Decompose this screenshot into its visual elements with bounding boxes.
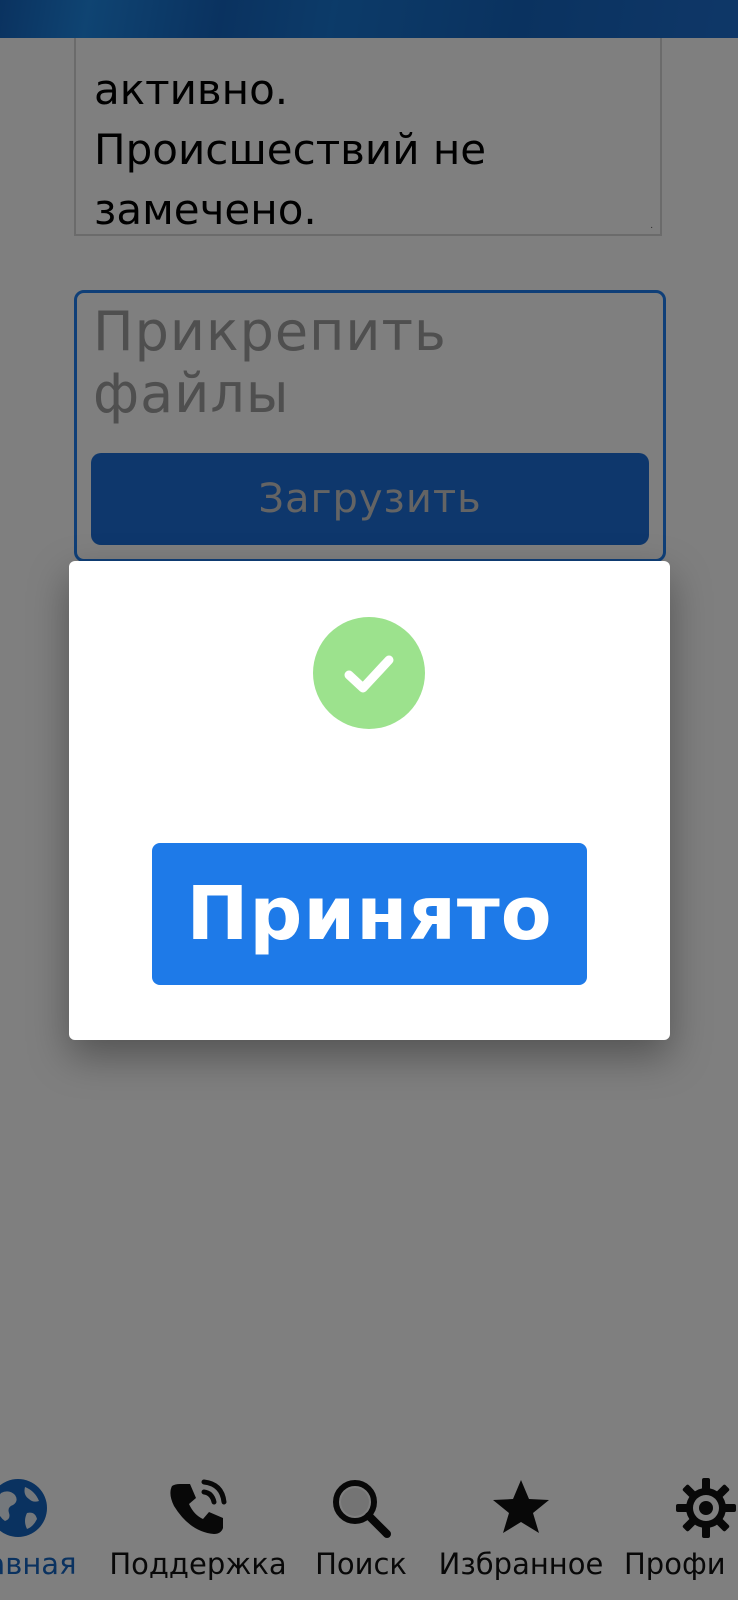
- accept-button[interactable]: Принято: [152, 843, 587, 985]
- success-dialog: Принято: [69, 561, 670, 1040]
- check-circle-icon: [313, 617, 425, 729]
- app-screen: активно. Происшествий не замечено. · При…: [0, 0, 738, 1600]
